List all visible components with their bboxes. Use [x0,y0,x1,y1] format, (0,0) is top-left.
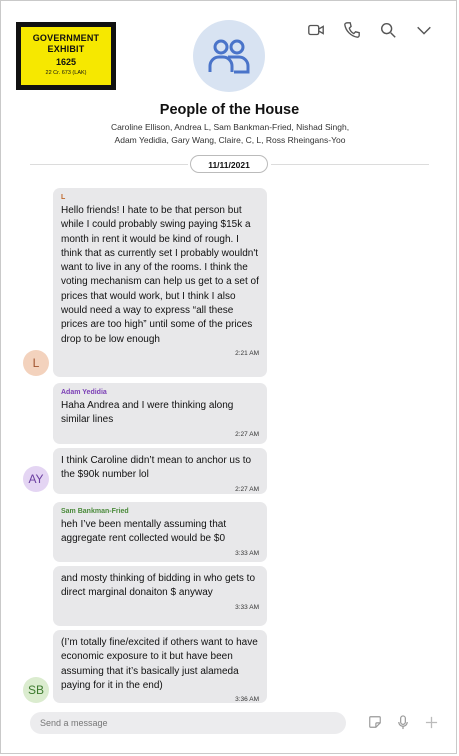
date-divider-right [271,164,429,165]
message-input[interactable]: Send a message [30,712,346,734]
message-time: 3:36 AM [235,696,259,704]
avatar[interactable]: AY [23,466,49,492]
message-time: 2:21 AM [235,349,259,357]
member-list: Caroline Ellison, Andrea L, Sam Bankman-… [90,121,370,147]
message-text: I think Caroline didn’t mean to anchor u… [61,455,252,481]
message-text: heh I’ve been mentally assuming that agg… [61,519,227,545]
exhibit-case: 22 Cr. 673 (LAK) [45,70,87,76]
exhibit-label: GOVERNMENT EXHIBIT 1625 22 Cr. 673 (LAK) [21,27,111,85]
message-time: 3:33 AM [235,603,259,611]
plus-icon[interactable] [423,714,439,730]
message-time: 2:27 AM [235,430,259,438]
chevron-down-icon[interactable] [414,20,433,39]
message-text: (I’m totally fine/excited if others want… [61,637,258,691]
search-icon[interactable] [378,20,397,39]
exhibit-number: 1625 [55,57,77,67]
message-bubble[interactable]: I think Caroline didn’t mean to anchor u… [53,448,267,494]
message-text: and mosty thinking of bidding in who get… [61,573,256,599]
member-list-line2: Adam Yedidia, Gary Wang, Claire, C, L, R… [114,135,346,145]
avatar[interactable]: SB [23,677,49,703]
avatar[interactable]: L [23,350,49,376]
message-sender: Sam Bankman-Fried [61,508,129,515]
exhibit-sticker: GOVERNMENT EXHIBIT 1625 22 Cr. 673 (LAK) [16,22,116,90]
message-sender: Adam Yedidia [61,389,107,396]
microphone-icon[interactable] [395,714,411,730]
people-icon [208,39,250,74]
message-bubble[interactable]: Adam Yedidia Haha Andrea and I were thin… [53,383,267,444]
message-time: 3:33 AM [235,549,259,557]
member-list-line1: Caroline Ellison, Andrea L, Sam Bankman-… [110,122,350,132]
message-text: Hello friends! I hate to be that person … [61,205,259,345]
header-toolbar [306,20,433,39]
message-bubble[interactable]: L Hello friends! I hate to be that perso… [53,188,267,377]
message-sender: L [61,194,66,201]
group-title: People of the House [159,102,300,118]
exhibit-line1: GOVERNMENT [32,33,100,43]
message-bubble[interactable]: (I’m totally fine/excited if others want… [53,630,267,703]
message-text: Haha Andrea and I were thinking along si… [61,400,234,426]
video-call-icon[interactable] [306,20,325,39]
message-bubble[interactable]: Sam Bankman-Fried heh I’ve been mentally… [53,502,267,562]
group-avatar [193,20,265,92]
date-divider-left [30,164,188,165]
message-time: 2:27 AM [235,485,259,493]
sticker-icon[interactable] [367,714,383,730]
date-separator: 11/11/2021 [190,155,268,173]
exhibit-line2: EXHIBIT [47,44,85,54]
phone-icon[interactable] [342,20,361,39]
composer-toolbar [367,714,439,730]
message-bubble[interactable]: and mosty thinking of bidding in who get… [53,566,267,626]
